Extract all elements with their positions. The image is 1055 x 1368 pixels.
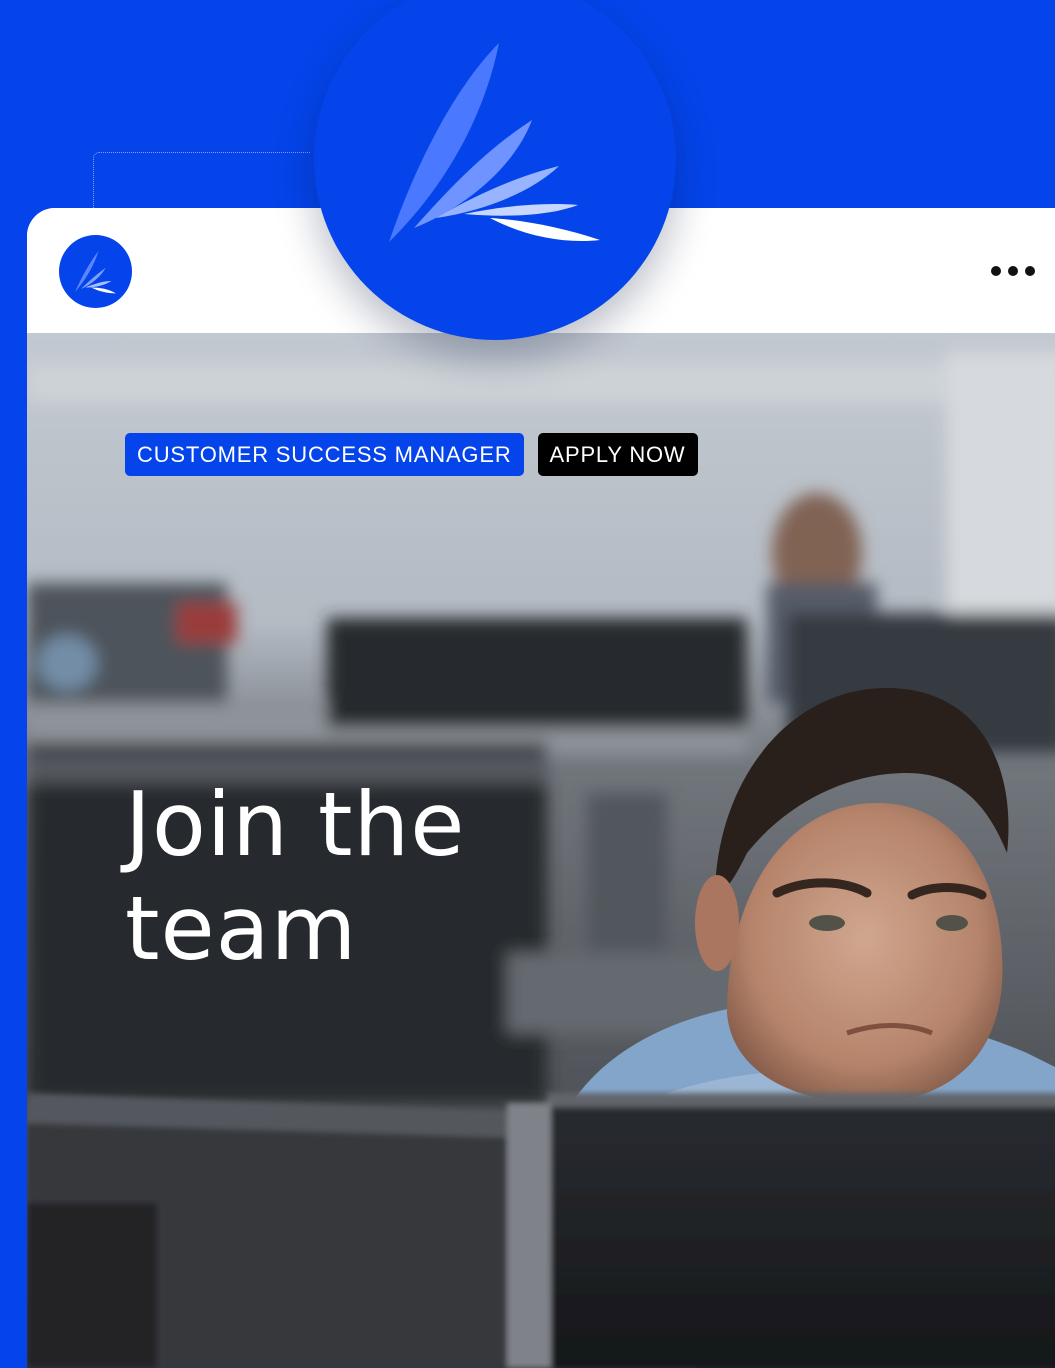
dot-icon (1025, 266, 1035, 276)
job-title-tag: CUSTOMER SUCCESS MANAGER (125, 433, 524, 476)
dotted-connector-line (93, 152, 310, 211)
headline-line-2: team (125, 877, 358, 980)
large-brand-logo (314, 0, 676, 340)
brand-logo-icon[interactable] (59, 235, 132, 308)
app-window: CUSTOMER SUCCESS MANAGER APPLY NOW Join … (27, 208, 1055, 1368)
wing-feather-icon (75, 251, 116, 294)
hero-banner: CUSTOMER SUCCESS MANAGER APPLY NOW Join … (27, 333, 1055, 1368)
dot-icon (1008, 266, 1018, 276)
wing-feather-icon (389, 43, 600, 242)
apply-now-button[interactable]: APPLY NOW (537, 433, 698, 476)
job-tags: CUSTOMER SUCCESS MANAGER APPLY NOW (125, 433, 698, 476)
hero-headline: Join the team (125, 773, 645, 981)
dot-icon (991, 266, 1001, 276)
headline-line-1: Join the (125, 773, 466, 876)
more-options-button[interactable] (982, 256, 1044, 286)
